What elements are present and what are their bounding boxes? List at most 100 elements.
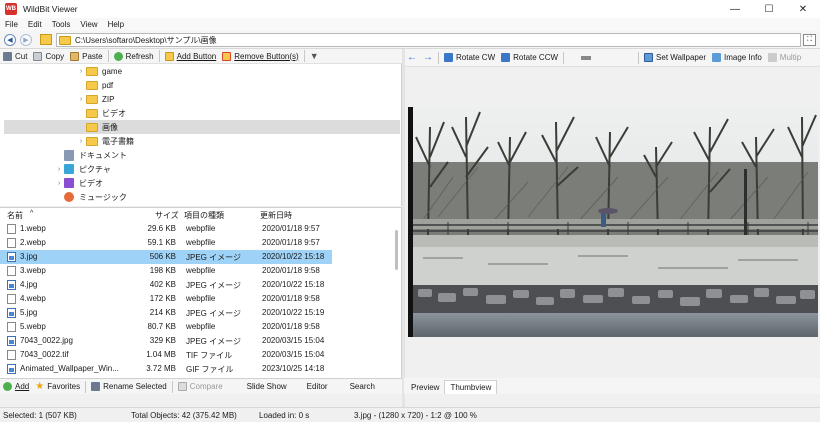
add-button-button[interactable]: Add Button [162, 49, 220, 63]
menu-edit[interactable]: Edit [23, 20, 47, 29]
add-favorite-button[interactable]: Add [0, 380, 32, 394]
rotate-ccw-button[interactable]: Rotate CCW [498, 51, 561, 65]
expand-icon[interactable]: › [76, 138, 86, 145]
tree-item-video[interactable]: ビデオ [76, 106, 126, 120]
paste-button[interactable]: Paste [67, 49, 105, 63]
file-type: JPEG イメージ [186, 253, 241, 262]
file-size: 59.1 KB [147, 238, 176, 247]
file-date: 2020/01/18 9:58 [262, 322, 320, 331]
expand-icon[interactable]: › [54, 180, 64, 187]
close-button[interactable]: ✕ [786, 0, 820, 18]
multiple-button[interactable]: Multip [765, 51, 804, 65]
menu-help[interactable]: Help [103, 20, 129, 29]
table-row[interactable]: 4.jpg 402 KB JPEG イメージ 2020/10/22 15:18 [0, 278, 332, 292]
status-selected: Selected: 1 (507 KB) [3, 411, 77, 420]
filter-button[interactable]: ▼ [307, 49, 322, 63]
next-image-icon[interactable]: → [420, 51, 436, 65]
file-list: 名前 ^ サイズ 項目の種類 更新日時 1.webp 29.6 KB webpfil… [0, 207, 402, 378]
column-name[interactable]: 名前 [7, 210, 23, 221]
menu-tools[interactable]: Tools [47, 20, 76, 29]
back-icon[interactable]: ◀ [4, 34, 16, 46]
column-type[interactable]: 項目の種類 [184, 210, 224, 221]
expand-icon[interactable]: › [54, 166, 64, 173]
table-row[interactable]: 7043_0022.tif 1.04 MB TIF ファイル 2020/03/15 1… [0, 348, 332, 362]
file-date: 2020/01/18 9:58 [262, 294, 320, 303]
file-size: 3.72 MB [146, 364, 176, 373]
scissors-icon [3, 51, 12, 61]
multiple-icon [767, 53, 777, 62]
expand-icon[interactable]: › [76, 68, 86, 75]
tree-item-music[interactable]: ミュージック [54, 190, 127, 204]
tree-item-videos[interactable]: › ビデオ [54, 176, 103, 190]
expand-icon[interactable]: › [76, 96, 86, 103]
folder-icon [86, 122, 98, 132]
window-title: WildBit Viewer [23, 4, 78, 14]
remove-button-button[interactable]: Remove Button(s) [219, 49, 301, 63]
file-date: 2020/10/22 15:18 [262, 252, 325, 261]
editor-button[interactable]: Editor [304, 380, 331, 394]
status-total: Total Objects: 42 (375.42 MB) [131, 411, 237, 420]
image-file-icon [7, 364, 16, 374]
image-file-icon [7, 280, 16, 290]
favorites-button[interactable]: ★ Favorites [32, 380, 83, 394]
tree-item-zip[interactable]: › ZIP [76, 92, 114, 106]
file-name: 3.webp [20, 266, 46, 275]
path-text: C:\Users\softaro\Desktop\サンプル\画像 [75, 35, 217, 45]
table-row[interactable]: 2.webp 59.1 KB webpfile 2020/01/18 9:57 [0, 236, 332, 250]
maximize-button[interactable]: ☐ [752, 0, 786, 18]
file-name: 4.jpg [20, 280, 38, 289]
refresh-button[interactable]: Refresh [111, 49, 157, 63]
file-name: 1.webp [20, 224, 46, 233]
path-input[interactable]: C:\Users\softaro\Desktop\サンプル\画像 [56, 33, 801, 47]
table-row[interactable]: 3.webp 198 KB webpfile 2020/01/18 9:58 [0, 264, 332, 278]
zoom-slider[interactable] [566, 51, 636, 65]
tree-item-pictures[interactable]: › ピクチャ [54, 162, 111, 176]
file-type: TIF ファイル [186, 351, 233, 360]
table-row[interactable]: 5.jpg 214 KB JPEG イメージ 2020/10/22 15:19 [0, 306, 332, 320]
column-size[interactable]: サイズ [155, 210, 179, 221]
forward-icon[interactable]: ▶ [20, 34, 32, 46]
table-row[interactable]: 1.webp 29.6 KB webpfile 2020/01/18 9:57 [0, 222, 332, 236]
menu-bar: File Edit Tools View Help [0, 18, 820, 31]
tree-item-images[interactable]: 画像 [4, 120, 400, 134]
minimize-button[interactable]: — [718, 0, 752, 18]
copy-button[interactable]: Copy [30, 49, 67, 63]
table-row[interactable]: 3.jpg 506 KB JPEG イメージ 2020/10/22 15:18 [0, 250, 332, 264]
table-row[interactable]: Animated_Wallpaper_Win... 3.72 MB GIF ファイル… [0, 362, 332, 376]
slide-show-button[interactable]: Slide Show [244, 380, 290, 394]
rotate-cw-button[interactable]: Rotate CW [441, 51, 498, 65]
rename-selected-button[interactable]: Rename Selected [88, 380, 170, 394]
file-size: 1.04 MB [146, 350, 176, 359]
fit-window-icon[interactable]: ⛶ [803, 34, 816, 46]
tab-thumbview[interactable]: Thumbview [444, 380, 498, 394]
search-button[interactable]: Search [347, 380, 378, 394]
prev-image-icon[interactable]: ← [404, 51, 420, 65]
image-info-button[interactable]: Image Info [709, 51, 765, 65]
divider [171, 380, 173, 393]
file-size: 402 KB [149, 280, 176, 289]
column-date[interactable]: 更新日時 [260, 210, 292, 221]
folder-up-icon[interactable] [40, 34, 52, 45]
monitor-icon [644, 53, 654, 62]
tree-item-ebooks[interactable]: › 電子書籍 [76, 134, 134, 148]
file-date: 2020/03/15 15:04 [262, 336, 325, 345]
table-row[interactable]: 7043_0022.jpg 329 KB JPEG イメージ 2020/03/15 1… [0, 334, 332, 348]
compare-button[interactable]: Compare [175, 380, 226, 394]
tree-item-documents[interactable]: ドキュメント [54, 148, 127, 162]
menu-file[interactable]: File [0, 20, 23, 29]
preview-image[interactable] [408, 107, 818, 337]
tree-item-pdf[interactable]: pdf [76, 78, 113, 92]
menu-view[interactable]: View [75, 20, 102, 29]
table-row[interactable]: 4.webp 172 KB webpfile 2020/01/18 9:58 [0, 292, 332, 306]
scrollbar-thumb[interactable] [395, 230, 398, 270]
divider [638, 51, 640, 64]
set-wallpaper-button[interactable]: Set Wallpaper [641, 51, 709, 65]
tab-preview[interactable]: Preview [406, 381, 444, 394]
folder-icon [86, 94, 98, 104]
file-size: 80.7 KB [147, 322, 176, 331]
tree-item-game[interactable]: › game [76, 64, 122, 78]
cut-button[interactable]: Cut [0, 49, 30, 63]
address-bar: ◀ ▶ C:\Users\softaro\Desktop\サンプル\画像 ⛶ [0, 31, 820, 49]
file-size: 172 KB [149, 294, 176, 303]
table-row[interactable]: 5.webp 80.7 KB webpfile 2020/01/18 9:58 [0, 320, 332, 334]
